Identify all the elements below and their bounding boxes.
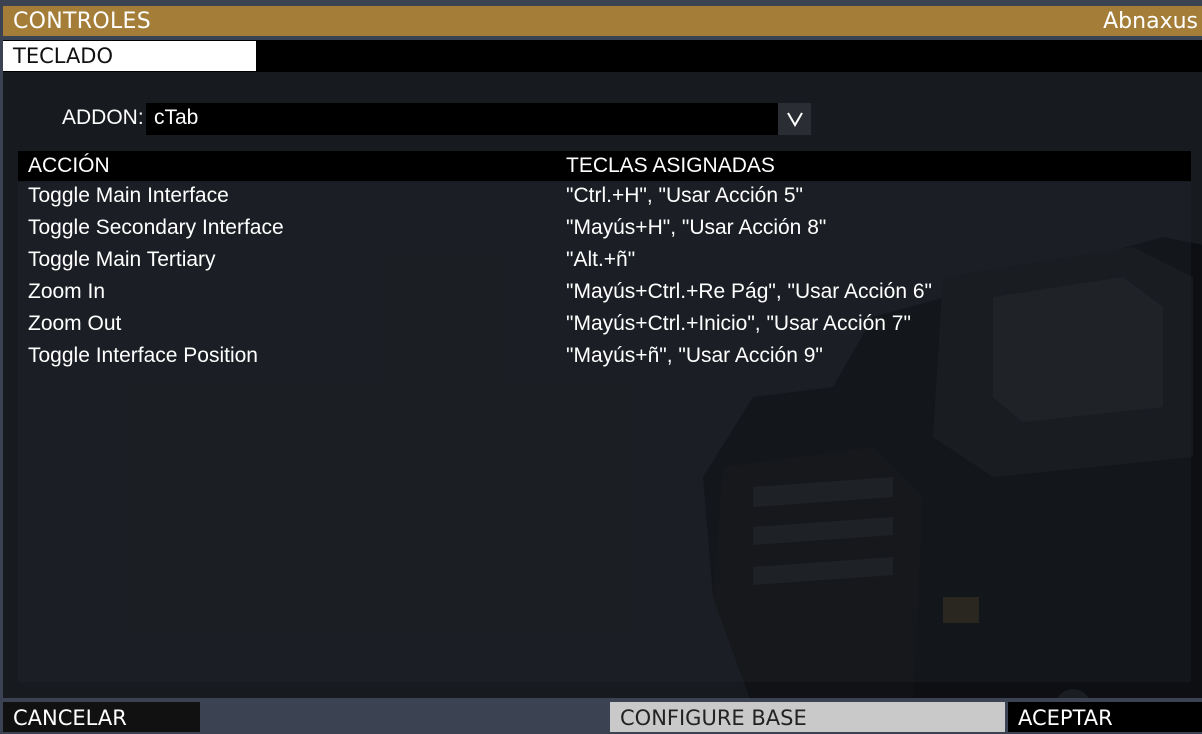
table-header: ACCIÓN TECLAS ASIGNADAS: [18, 151, 1191, 181]
tab-keyboard[interactable]: TECLADO: [3, 41, 256, 71]
addon-select[interactable]: cTab: [146, 103, 778, 135]
row-action: Zoom Out: [28, 312, 122, 335]
row-action: Toggle Main Tertiary: [28, 248, 216, 271]
chevron-down-icon: [786, 112, 803, 127]
row-keys: "Mayús+H", "Usar Acción 8": [566, 216, 827, 239]
user-name: Abnaxus: [1103, 9, 1198, 34]
row-action: Toggle Secondary Interface: [28, 216, 284, 239]
table-row[interactable]: Zoom Out "Mayús+Ctrl.+Inicio", "Usar Acc…: [18, 310, 1191, 342]
bindings-list: Toggle Main Interface "Ctrl.+H", "Usar A…: [18, 182, 1191, 374]
table-row[interactable]: Toggle Main Interface "Ctrl.+H", "Usar A…: [18, 182, 1191, 214]
row-keys: "Alt.+ñ": [566, 248, 636, 271]
addon-dropdown-button[interactable]: [778, 103, 811, 135]
row-keys: "Mayús+Ctrl.+Inicio", "Usar Acción 7": [566, 312, 911, 335]
tab-bar: TECLADO: [3, 40, 1202, 72]
window-title: CONTROLES: [13, 9, 151, 34]
header-keys: TECLAS ASIGNADAS: [566, 154, 775, 177]
table-row[interactable]: Toggle Interface Position "Mayús+ñ", "Us…: [18, 342, 1191, 374]
configure-base-button[interactable]: CONFIGURE BASE: [610, 702, 1005, 732]
row-keys: "Ctrl.+H", "Usar Acción 5": [566, 184, 803, 207]
cancel-button[interactable]: CANCELAR: [3, 702, 200, 732]
addon-select-value: cTab: [154, 106, 199, 129]
row-keys: "Mayús+Ctrl.+Re Pág", "Usar Acción 6": [566, 280, 932, 303]
row-action: Toggle Main Interface: [28, 184, 229, 207]
row-action: Zoom In: [28, 280, 106, 303]
title-bar: CONTROLES Abnaxus: [3, 6, 1202, 36]
accept-button[interactable]: ACEPTAR: [1008, 702, 1202, 732]
header-action: ACCIÓN: [28, 154, 110, 177]
row-action: Toggle Interface Position: [28, 344, 258, 367]
controls-panel: ADDON: cTab ACCIÓN TECLAS ASIGNADAS Togg…: [3, 72, 1202, 698]
table-row[interactable]: Zoom In "Mayús+Ctrl.+Re Pág", "Usar Acci…: [18, 278, 1191, 310]
addon-label: ADDON:: [62, 106, 144, 129]
row-keys: "Mayús+ñ", "Usar Acción 9": [566, 344, 823, 367]
table-row[interactable]: Toggle Secondary Interface "Mayús+H", "U…: [18, 214, 1191, 246]
table-row[interactable]: Toggle Main Tertiary "Alt.+ñ": [18, 246, 1191, 278]
footer-bar: CANCELAR CONFIGURE BASE ACEPTAR: [0, 698, 1202, 732]
